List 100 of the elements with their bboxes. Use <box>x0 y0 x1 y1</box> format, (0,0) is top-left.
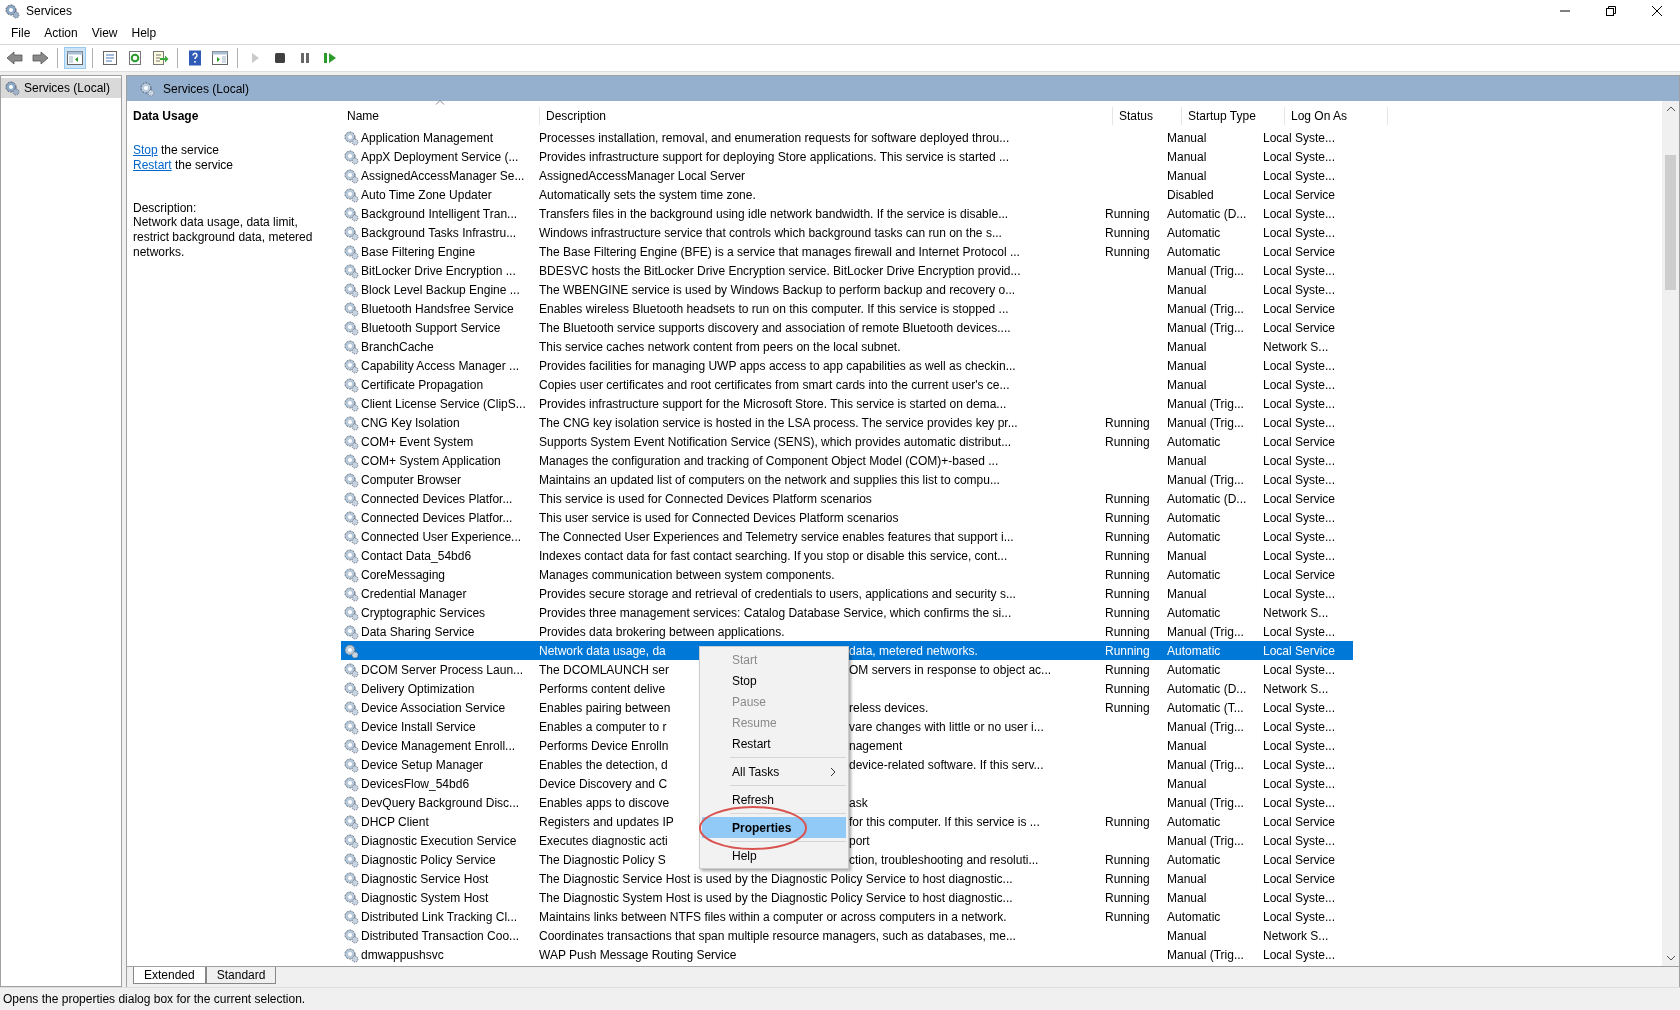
service-description: BDESVC hosts the BitLocker Drive Encryption service. BitLocker Drive Encryption provid... <box>539 263 1021 278</box>
startup-type: Manual (Trig... <box>1167 263 1244 278</box>
panel-header: Services (Local) <box>127 76 1679 101</box>
service-status: Running <box>1105 244 1150 259</box>
scrollbar[interactable] <box>1662 101 1679 966</box>
startup-type: Manual (Trig... <box>1167 795 1244 810</box>
gear-icon <box>343 566 359 583</box>
service-name: Background Intelligent Tran... <box>361 206 518 221</box>
log-on-account: Local Syste... <box>1263 358 1336 373</box>
tree-item[interactable]: Services (Local) <box>1 78 121 98</box>
startup-type: Manual <box>1167 130 1207 145</box>
service-name: Base Filtering Engine <box>361 244 476 259</box>
menu-item[interactable]: Help <box>702 845 846 866</box>
gear-icon <box>343 680 359 697</box>
service-description: ask <box>849 795 868 810</box>
service-description: Manages the configuration and tracking of Component Object Model (COM)+-based ... <box>539 453 999 468</box>
menu-item[interactable]: Action <box>37 24 85 42</box>
service-description: The Diagnostic System Host is used by the Diagnostic Policy Service to host diagnostic... <box>539 890 1013 905</box>
gear-icon <box>343 357 359 374</box>
gear-icon <box>343 129 359 146</box>
help-icon <box>186 50 204 66</box>
gear-icon <box>343 851 359 868</box>
service-description: ction, troubleshooting and resoluti... <box>849 852 1039 867</box>
startup-type: Manual (Trig... <box>1167 415 1244 430</box>
service-status: Running <box>1105 643 1150 658</box>
log-on-account: Local Service <box>1263 814 1336 829</box>
startup-type: Automatic <box>1167 434 1221 449</box>
gear-icon <box>343 813 359 830</box>
startup-type: Automatic <box>1167 814 1221 829</box>
restore-icon[interactable] <box>1605 5 1617 17</box>
startup-type: Manual <box>1167 776 1207 791</box>
service-description: The Diagnostic Service Host is used by the Diagnostic Policy Service to host diagnostic... <box>539 871 1013 886</box>
service-title: Data Usage <box>133 109 200 123</box>
service-name: dmwappushsvc <box>361 947 444 962</box>
menu-item[interactable]: Help <box>124 24 164 42</box>
service-description: The Base Filtering Engine (BFE) is a service that manages firewall and Internet Protocol ... <box>539 244 1020 259</box>
startup-type: Manual <box>1167 890 1207 905</box>
gear-icon <box>343 205 359 222</box>
log-on-account: Local Syste... <box>1263 890 1336 905</box>
menu-item[interactable]: View <box>84 24 125 42</box>
scroll-down-icon[interactable] <box>1665 954 1676 962</box>
gear-icon <box>343 908 359 925</box>
scrollbar-thumb[interactable] <box>1665 155 1676 290</box>
menu-item[interactable]: Properties <box>702 817 846 838</box>
export-icon <box>151 50 169 66</box>
column-header[interactable]: Name <box>341 107 540 125</box>
gear-icon <box>343 737 359 754</box>
startup-type: Automatic (D... <box>1167 206 1247 221</box>
service-description: Performs content delive <box>539 681 666 696</box>
service-name: Device Setup Manager <box>361 757 484 772</box>
log-on-account: Network S... <box>1263 681 1329 696</box>
service-description: Provides three management services: Catalog Database Service, which confirms the si... <box>539 605 1012 620</box>
log-on-account: Local Service <box>1263 491 1336 506</box>
column-header[interactable]: Description <box>540 107 1113 125</box>
menu-item[interactable]: Refresh <box>702 789 846 810</box>
view-tab[interactable]: Standard <box>205 967 277 984</box>
service-description: This service is used for Connected Devices Platform scenarios <box>539 491 872 506</box>
log-on-account: Local Syste... <box>1263 453 1336 468</box>
service-name: Certificate Propagation <box>361 377 484 392</box>
menu-item[interactable]: All Tasks <box>702 761 846 782</box>
description-label: Description: <box>133 201 198 215</box>
service-name: Diagnostic Execution Service <box>361 833 517 848</box>
menu-item[interactable]: Restart <box>702 733 846 754</box>
service-description: Provides infrastructure support for the Microsoft Store. This service is started on dema... <box>539 396 1007 411</box>
gear-icon <box>343 452 359 469</box>
close-icon[interactable] <box>1651 5 1663 17</box>
log-on-account: Local Syste... <box>1263 662 1336 677</box>
startup-type: Manual (Trig... <box>1167 624 1244 639</box>
action-link[interactable]: Restart <box>133 158 172 172</box>
menu-item[interactable]: Stop <box>702 670 846 691</box>
menu-item[interactable]: File <box>4 24 38 42</box>
service-description: Maintains an updated list of computers on the network and supplies this list to compu... <box>539 472 1000 487</box>
log-on-account: Local Service <box>1263 871 1336 886</box>
scroll-up-icon[interactable] <box>1665 105 1676 113</box>
gear-icon <box>343 262 359 279</box>
column-header[interactable]: Startup Type <box>1182 107 1285 125</box>
action-link[interactable]: Stop <box>133 143 158 157</box>
view-tab[interactable]: Extended <box>133 967 206 984</box>
action-pane-icon <box>211 50 229 66</box>
log-on-account: Local Syste... <box>1263 738 1336 753</box>
service-description: Maintains links between NTFS files within a computer or across computers in a network. <box>539 909 1007 924</box>
tree-button[interactable] <box>64 47 86 69</box>
gear-icon <box>343 471 359 488</box>
service-description: Coordinates transactions that span multiple resource managers, such as databases, me... <box>539 928 1016 943</box>
service-name: DHCP Client <box>361 814 429 829</box>
startup-type: Automatic (T... <box>1167 700 1244 715</box>
gear-icon <box>343 528 359 545</box>
service-name: Bluetooth Support Service <box>361 320 501 335</box>
service-description: WAP Push Message Routing Service <box>539 947 737 962</box>
startup-type: Manual (Trig... <box>1167 301 1244 316</box>
service-description: Provides secure storage and retrieval of credentials to users, applications and security s... <box>539 586 1016 601</box>
service-description: Registers and updates IP <box>539 814 674 829</box>
startup-type: Manual <box>1167 548 1207 563</box>
gear-icon <box>343 642 359 659</box>
startup-type: Manual <box>1167 282 1207 297</box>
column-header[interactable]: Log On As <box>1285 107 1388 125</box>
service-name: DevQuery Background Disc... <box>361 795 520 810</box>
column-header[interactable]: Status <box>1113 107 1182 125</box>
service-name: BranchCache <box>361 339 434 354</box>
service-name: Distributed Transaction Coo... <box>361 928 520 943</box>
